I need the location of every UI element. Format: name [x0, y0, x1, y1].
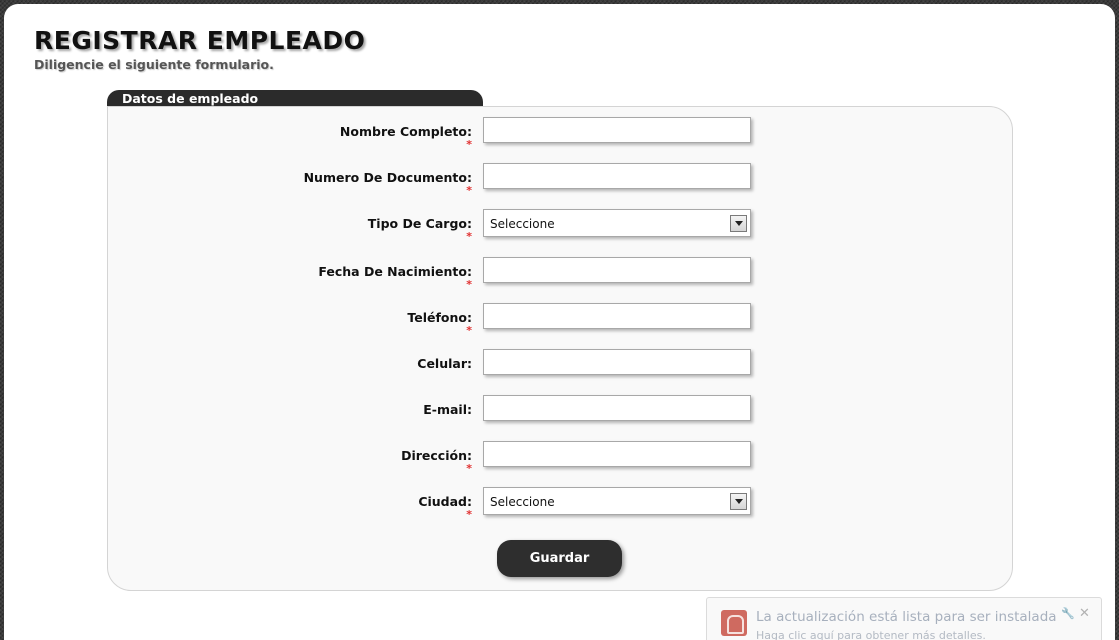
- form-row-cargo: Tipo De Cargo: * Seleccione: [108, 209, 1014, 256]
- form-row-nombre: Nombre Completo: *: [108, 117, 1014, 164]
- save-button[interactable]: Guardar: [497, 540, 622, 577]
- celular-input[interactable]: [483, 349, 751, 375]
- cargo-label: Tipo De Cargo:: [367, 216, 472, 231]
- acrobat-icon: [721, 610, 747, 636]
- employee-form-panel: Nombre Completo: * Numero De Documento: …: [107, 106, 1013, 591]
- chevron-down-icon: [734, 221, 743, 226]
- ciudad-select-value: Seleccione: [490, 495, 555, 509]
- documento-input[interactable]: [483, 163, 751, 189]
- cargo-select-value: Seleccione: [490, 217, 555, 231]
- email-label: E-mail:: [423, 402, 472, 417]
- section-tab: Datos de empleado: [107, 90, 483, 107]
- ciudad-dropdown-button[interactable]: [730, 493, 747, 510]
- direccion-input[interactable]: [483, 441, 751, 467]
- page-subtitle: Diligencie el siguiente formulario.: [34, 57, 274, 72]
- required-marker: *: [466, 138, 472, 151]
- nombre-input[interactable]: [483, 117, 751, 143]
- wrench-icon[interactable]: 🔧: [1061, 607, 1075, 620]
- documento-label: Numero De Documento:: [303, 170, 472, 185]
- cargo-dropdown-button[interactable]: [730, 215, 747, 232]
- celular-label: Celular:: [417, 356, 472, 371]
- chevron-down-icon: [734, 499, 743, 504]
- close-icon[interactable]: ✕: [1079, 606, 1090, 621]
- form-row-direccion: Dirección: *: [108, 441, 1014, 488]
- ciudad-label: Ciudad:: [418, 494, 472, 509]
- email-input[interactable]: [483, 395, 751, 421]
- required-marker: *: [466, 324, 472, 337]
- fecha-input[interactable]: [483, 257, 751, 283]
- ciudad-select[interactable]: Seleccione: [483, 487, 751, 515]
- telefono-input[interactable]: [483, 303, 751, 329]
- required-marker: *: [466, 462, 472, 475]
- page-title: REGISTRAR EMPLEADO: [34, 26, 366, 55]
- notification-title: La actualización está lista para ser ins…: [756, 609, 1057, 625]
- page-container: REGISTRAR EMPLEADO Diligencie el siguien…: [4, 4, 1115, 640]
- direccion-label: Dirección:: [401, 448, 472, 463]
- form-row-fecha: Fecha De Nacimiento: *: [108, 257, 1014, 304]
- form-row-celular: Celular:: [108, 349, 1014, 396]
- form-row-telefono: Teléfono: *: [108, 303, 1014, 350]
- form-row-ciudad: Ciudad: * Seleccione: [108, 487, 1014, 534]
- required-marker: *: [466, 230, 472, 243]
- fecha-label: Fecha De Nacimiento:: [318, 264, 472, 279]
- update-notification[interactable]: La actualización está lista para ser ins…: [706, 597, 1102, 640]
- required-marker: *: [466, 278, 472, 291]
- telefono-label: Teléfono:: [407, 310, 472, 325]
- nombre-label: Nombre Completo:: [339, 124, 472, 139]
- required-marker: *: [466, 184, 472, 197]
- required-marker: *: [466, 508, 472, 521]
- form-row-documento: Numero De Documento: *: [108, 163, 1014, 210]
- notification-details-link[interactable]: Haga clic aquí para obtener más detalles…: [756, 629, 986, 640]
- cargo-select[interactable]: Seleccione: [483, 209, 751, 237]
- form-row-email: E-mail:: [108, 395, 1014, 442]
